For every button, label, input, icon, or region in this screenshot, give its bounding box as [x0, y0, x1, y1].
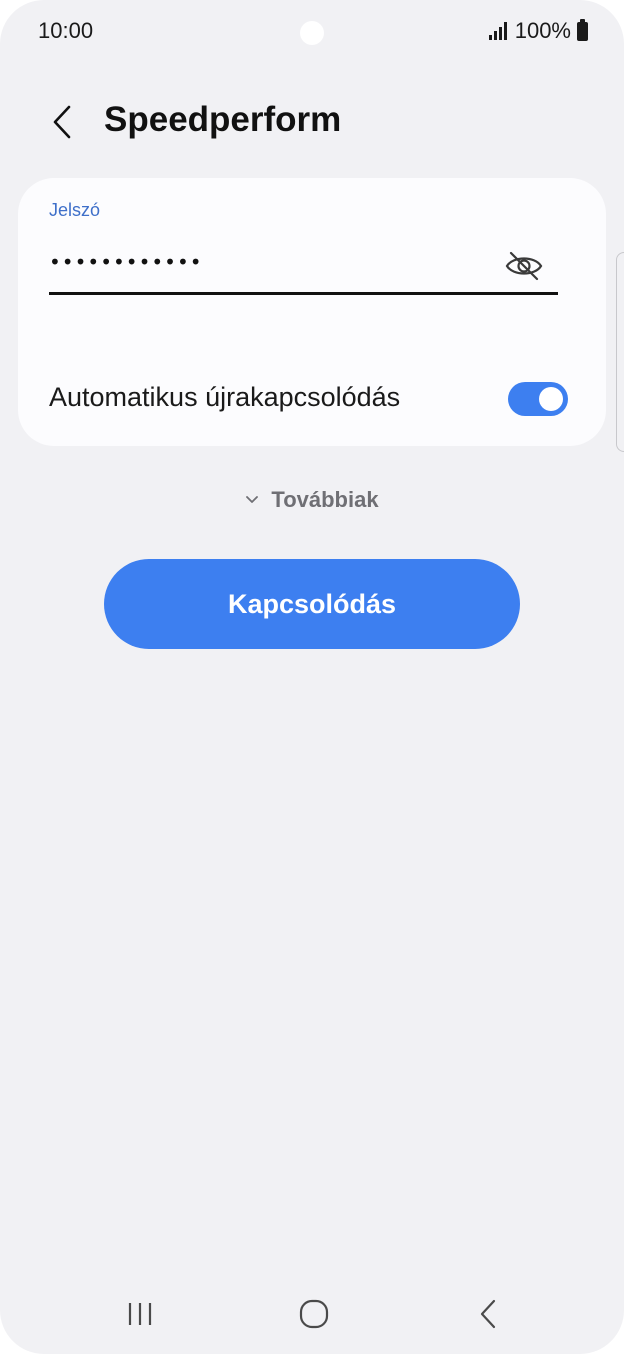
signal-icon: [488, 22, 507, 40]
password-label: Jelszó: [49, 200, 101, 220]
more-options-button[interactable]: Továbbiak: [0, 482, 624, 518]
header: Speedperform: [0, 88, 624, 158]
auto-reconnect-toggle[interactable]: [508, 382, 568, 416]
more-options-label: Továbbiak: [271, 487, 379, 512]
eye-off-icon: [505, 251, 543, 281]
auto-reconnect-row[interactable]: Automatikus újrakapcsolódás: [18, 366, 606, 430]
camera-dot: [300, 21, 324, 45]
battery-icon: [577, 18, 588, 41]
back-button[interactable]: [34, 94, 90, 150]
status-indicators: 100%: [488, 18, 588, 44]
connect-button[interactable]: Kapcsolódás: [104, 559, 520, 649]
status-time: 10:00: [38, 18, 94, 43]
page-title: Speedperform: [104, 100, 342, 139]
back-icon: [480, 1299, 496, 1329]
show-password-button[interactable]: [502, 246, 546, 286]
auto-reconnect-label: Automatikus újrakapcsolódás: [49, 382, 401, 412]
scroll-indicator: [616, 252, 624, 452]
home-icon: [299, 1299, 329, 1329]
recent-apps-icon: [128, 1303, 152, 1325]
recent-apps-button[interactable]: [100, 1286, 180, 1342]
system-back-button[interactable]: [448, 1286, 528, 1342]
chevron-down-icon: [246, 496, 259, 503]
password-input[interactable]: [49, 242, 489, 282]
phone-screen: 10:00 100% Speedperform Jelszó •••••••••…: [0, 0, 624, 1354]
navigation-bar: [0, 1278, 624, 1354]
status-bar: 10:00 100%: [0, 0, 624, 64]
chevron-left-icon: [53, 105, 71, 139]
home-button[interactable]: [274, 1286, 354, 1342]
toggle-knob: [539, 387, 563, 411]
password-underline: [49, 292, 558, 295]
battery-percentage: 100%: [514, 18, 571, 43]
network-settings-card: Jelszó Automatikus újrakapcsolódás: [18, 178, 606, 446]
